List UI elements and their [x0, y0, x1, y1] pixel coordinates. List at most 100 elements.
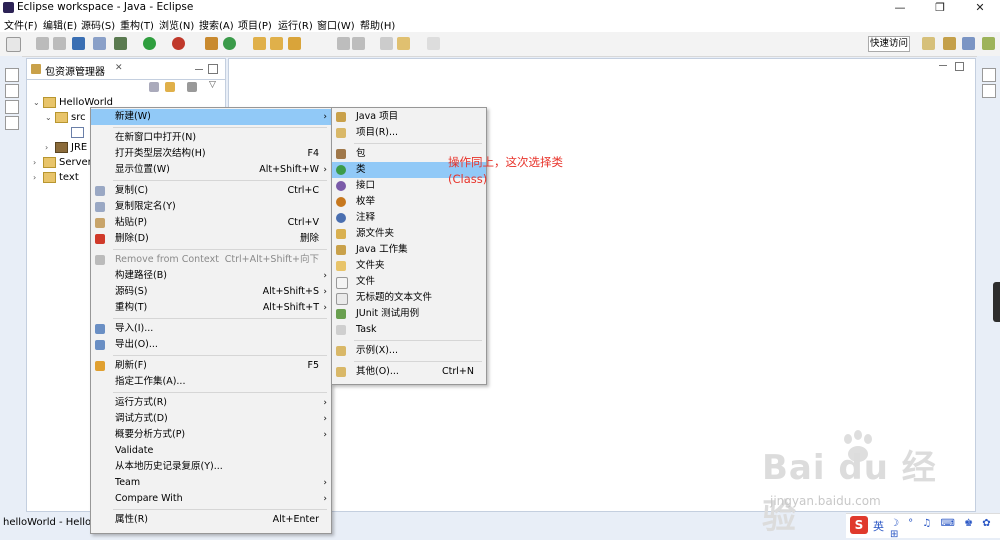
- maximize-view-icon[interactable]: [208, 64, 218, 74]
- open-task-icon[interactable]: [270, 37, 283, 50]
- menu-edit[interactable]: 编辑(E): [43, 17, 77, 32]
- menu-navigate[interactable]: 浏览(N): [159, 17, 194, 32]
- twisty-icon[interactable]: ›: [33, 171, 43, 185]
- tree-item-src[interactable]: ⌄ src: [45, 111, 86, 125]
- menu-item-无标题的文本文件[interactable]: 无标题的文本文件: [332, 290, 486, 306]
- package-explorer-tab[interactable]: 包资源管理器 ✕: [27, 59, 225, 80]
- back-icon[interactable]: [397, 37, 410, 50]
- debug-perspective-icon[interactable]: [982, 37, 995, 50]
- menu-item-刷新[interactable]: 刷新(F) F5: [91, 358, 331, 374]
- terminal-icon[interactable]: [72, 37, 85, 50]
- menu-item-其他[interactable]: 其他(O)... Ctrl+N: [332, 364, 486, 380]
- new-icon[interactable]: [6, 37, 21, 52]
- menu-item-项目[interactable]: 项目(R)...: [332, 125, 486, 141]
- menu-item-team[interactable]: Team ›: [91, 475, 331, 491]
- tree-item-jre[interactable]: › JRE: [45, 141, 87, 155]
- menu-item-源文件夹[interactable]: 源文件夹: [332, 226, 486, 242]
- external-tools-icon[interactable]: [172, 37, 185, 50]
- java-perspective-icon[interactable]: [962, 37, 975, 50]
- menu-item-新建[interactable]: 新建(W) ›: [91, 109, 331, 125]
- menu-item-构建路径[interactable]: 构建路径(B) ›: [91, 268, 331, 284]
- menu-item-文件[interactable]: 文件: [332, 274, 486, 290]
- ime-language[interactable]: 英: [873, 518, 884, 534]
- menu-item-注释[interactable]: 注释: [332, 210, 486, 226]
- menu-item-示例[interactable]: 示例(X)...: [332, 343, 486, 359]
- menu-run[interactable]: 运行(R): [278, 17, 313, 32]
- menu-window[interactable]: 窗口(W): [317, 17, 355, 32]
- side-handle[interactable]: [993, 282, 1000, 322]
- minimize-view-icon[interactable]: [195, 69, 203, 71]
- save-icon[interactable]: [36, 37, 49, 50]
- twisty-icon[interactable]: ⌄: [33, 96, 43, 110]
- debug-icon[interactable]: [114, 37, 127, 50]
- menu-item-导入[interactable]: 导入(I)...: [91, 321, 331, 337]
- menu-item-文件夹[interactable]: 文件夹: [332, 258, 486, 274]
- menu-item-重构[interactable]: 重构(T) Alt+Shift+T ›: [91, 300, 331, 316]
- menu-refactor[interactable]: 重构(T): [120, 17, 154, 32]
- menu-item-task[interactable]: Task: [332, 322, 486, 338]
- menu-item-导出[interactable]: 导出(O)...: [91, 337, 331, 353]
- ime-toolbar-icons[interactable]: ☽ ° ♫ ⌨ ♚ ✿ ⊞: [890, 518, 1000, 540]
- quick-access-field[interactable]: 快速访问: [868, 36, 910, 52]
- focus-icon[interactable]: [187, 82, 197, 92]
- collapse-all-icon[interactable]: [149, 82, 159, 92]
- menu-item-显示位置[interactable]: 显示位置(W) Alt+Shift+W ›: [91, 162, 331, 178]
- view-menu-icon[interactable]: ▽: [209, 80, 216, 90]
- prev-annotation-icon[interactable]: [352, 37, 365, 50]
- new-java-package-icon[interactable]: [205, 37, 218, 50]
- tree-item-default-package[interactable]: [61, 126, 87, 140]
- outline-icon[interactable]: [5, 100, 19, 114]
- menu-item-粘贴[interactable]: 粘贴(P) Ctrl+V: [91, 215, 331, 231]
- forward-icon[interactable]: [427, 37, 440, 50]
- restore-editor-icon[interactable]: [982, 68, 996, 82]
- servers-icon[interactable]: [5, 84, 19, 98]
- menu-item-java-项目[interactable]: Java 项目: [332, 109, 486, 125]
- twisty-icon[interactable]: ⌄: [45, 111, 55, 125]
- run-icon[interactable]: [143, 37, 156, 50]
- last-edit-icon[interactable]: [380, 37, 393, 50]
- next-annotation-icon[interactable]: [337, 37, 350, 50]
- menu-item-java-工作集[interactable]: Java 工作集: [332, 242, 486, 258]
- tree-item-server[interactable]: › Server: [33, 156, 92, 170]
- link-with-editor-icon[interactable]: [165, 82, 175, 92]
- menu-item-在新窗口中打开[interactable]: 在新窗口中打开(N): [91, 130, 331, 146]
- menu-item-复制[interactable]: 复制(C) Ctrl+C: [91, 183, 331, 199]
- twisty-icon[interactable]: ›: [45, 141, 55, 155]
- menu-item-运行方式[interactable]: 运行方式(R) ›: [91, 395, 331, 411]
- menu-item-junit-测试用例[interactable]: JUnit 测试用例: [332, 306, 486, 322]
- maximize-editor-icon[interactable]: [955, 62, 964, 71]
- close-view-icon[interactable]: ✕: [115, 63, 123, 73]
- open-type-icon[interactable]: [253, 37, 266, 50]
- minimize-editor-icon[interactable]: [939, 65, 947, 66]
- new-java-class-icon[interactable]: [223, 37, 236, 50]
- menu-item-源码[interactable]: 源码(S) Alt+Shift+S ›: [91, 284, 331, 300]
- menu-item-删除[interactable]: 删除(D) 删除: [91, 231, 331, 247]
- menu-item-validate[interactable]: Validate: [91, 443, 331, 459]
- menu-item-从本地历史记录复原[interactable]: 从本地历史记录复原(Y)...: [91, 459, 331, 475]
- menu-file[interactable]: 文件(F): [4, 17, 38, 32]
- menu-item-打开类型层次结构[interactable]: 打开类型层次结构(H) F4: [91, 146, 331, 162]
- menu-item-概要分析方式[interactable]: 概要分析方式(P) ›: [91, 427, 331, 443]
- menu-item-复制限定名[interactable]: 复制限定名(Y): [91, 199, 331, 215]
- menu-item-指定工作集[interactable]: 指定工作集(A)...: [91, 374, 331, 390]
- sogou-logo-icon[interactable]: S: [850, 516, 868, 534]
- close-button[interactable]: ✕: [960, 0, 1000, 16]
- menu-item-compare-with[interactable]: Compare With ›: [91, 491, 331, 507]
- menu-help[interactable]: 帮助(H): [360, 17, 395, 32]
- restore-button[interactable]: ❐: [920, 0, 960, 16]
- minimize-button[interactable]: —: [880, 0, 920, 16]
- menu-search[interactable]: 搜索(A): [199, 17, 234, 32]
- menu-source[interactable]: 源码(S): [81, 17, 115, 32]
- save-all-icon[interactable]: [53, 37, 66, 50]
- menu-item-属性[interactable]: 属性(R) Alt+Enter: [91, 512, 331, 528]
- menu-item-枚举[interactable]: 枚举: [332, 194, 486, 210]
- twisty-icon[interactable]: ›: [33, 156, 43, 170]
- restore-view-icon[interactable]: [5, 68, 19, 82]
- menu-item-调试方式[interactable]: 调试方式(D) ›: [91, 411, 331, 427]
- skip-breakpoints-icon[interactable]: [93, 37, 106, 50]
- tree-item-text[interactable]: › text: [33, 171, 79, 185]
- document-icon[interactable]: [982, 84, 996, 98]
- task-list-icon[interactable]: [5, 116, 19, 130]
- menu-project[interactable]: 项目(P): [238, 17, 272, 32]
- search-icon[interactable]: [288, 37, 301, 50]
